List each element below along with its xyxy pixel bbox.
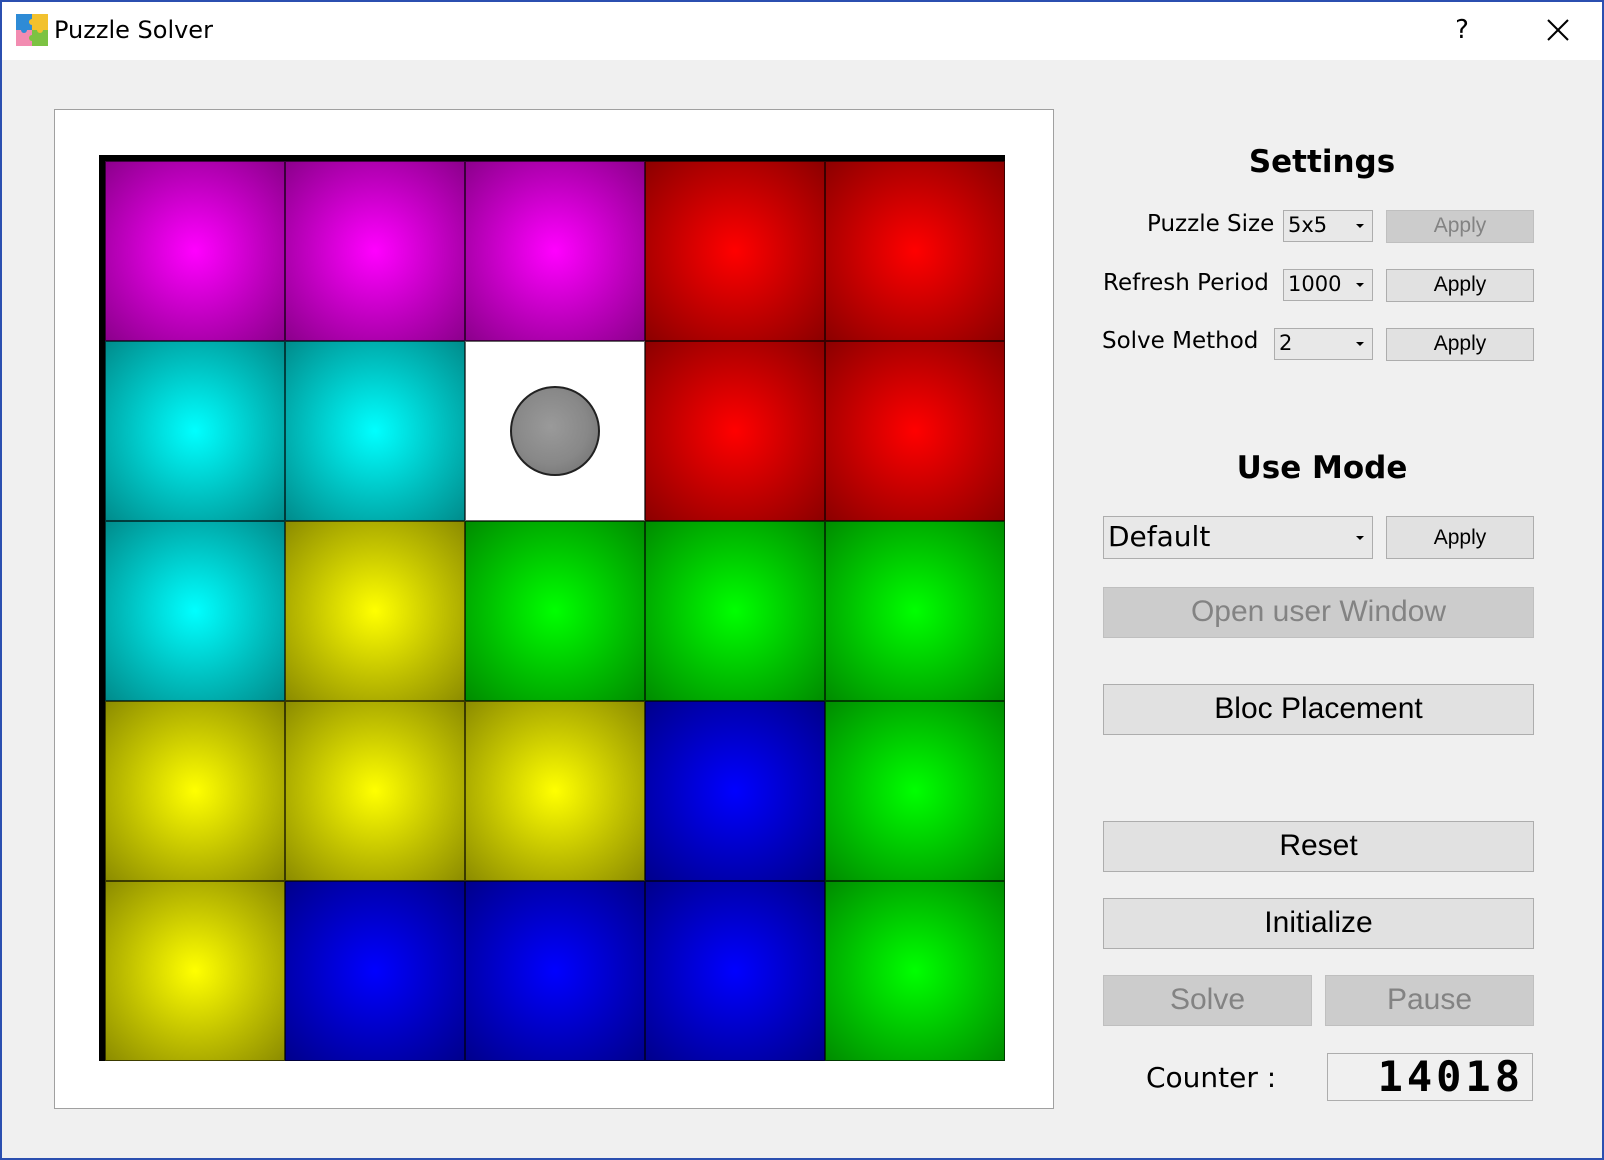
solve-method-label: Solve Method (1102, 328, 1259, 354)
initialize-button[interactable]: Initialize (1103, 898, 1534, 949)
refresh-period-label: Refresh Period (1103, 270, 1269, 296)
puzzle-cell-magenta[interactable] (285, 161, 465, 341)
puzzle-cell-red[interactable] (825, 341, 1005, 521)
puzzle-cell-magenta[interactable] (105, 161, 285, 341)
puzzle-cell-empty[interactable] (465, 341, 645, 521)
puzzle-cell-blue[interactable] (645, 701, 825, 881)
pause-button[interactable]: Pause (1325, 975, 1534, 1026)
puzzle-cell-blue[interactable] (285, 881, 465, 1061)
use-mode-value: Default (1108, 520, 1211, 553)
solve-method-value: 2 (1279, 331, 1293, 355)
puzzle-cell-cyan[interactable] (105, 341, 285, 521)
refresh-period-apply-button[interactable]: Apply (1386, 269, 1534, 302)
puzzle-cell-yellow[interactable] (105, 701, 285, 881)
puzzle-cell-yellow[interactable] (285, 521, 465, 701)
puzzle-cell-yellow[interactable] (105, 881, 285, 1061)
title-bar: Puzzle Solver ? (2, 2, 1602, 60)
puzzle-cell-cyan[interactable] (285, 341, 465, 521)
reset-button[interactable]: Reset (1103, 821, 1534, 872)
chevron-down-icon (1356, 342, 1364, 346)
counter-label: Counter : (1146, 1061, 1277, 1094)
puzzle-cell-green[interactable] (645, 521, 825, 701)
use-mode-title: Use Mode (1236, 450, 1408, 486)
puzzle-cell-magenta[interactable] (465, 161, 645, 341)
chevron-down-icon (1356, 535, 1364, 540)
puzzle-cell-blue[interactable] (645, 881, 825, 1061)
puzzle-grid (105, 161, 1005, 1061)
puzzle-solver-window: Puzzle Solver ? Settings Puzzle Size 5x5… (0, 0, 1604, 1160)
solve-button[interactable]: Solve (1103, 975, 1312, 1026)
puzzle-cell-red[interactable] (645, 341, 825, 521)
refresh-period-value: 1000 (1288, 272, 1342, 296)
puzzle-cell-blue[interactable] (465, 881, 645, 1061)
puzzle-size-apply-button[interactable]: Apply (1386, 210, 1534, 243)
chevron-down-icon (1356, 283, 1364, 287)
solve-method-apply-button[interactable]: Apply (1386, 328, 1534, 361)
puzzle-cell-red[interactable] (825, 161, 1005, 341)
use-mode-apply-button[interactable]: Apply (1386, 516, 1534, 559)
counter-display: 14018 (1327, 1053, 1533, 1101)
solve-method-select[interactable]: 2 (1274, 328, 1373, 360)
puzzle-cell-green[interactable] (825, 521, 1005, 701)
puzzle-board[interactable] (99, 155, 1005, 1061)
ball-piece[interactable] (510, 386, 600, 476)
puzzle-cell-green[interactable] (465, 521, 645, 701)
refresh-period-select[interactable]: 1000 (1283, 269, 1373, 301)
puzzle-size-value: 5x5 (1288, 213, 1328, 237)
open-user-window-button[interactable]: Open user Window (1103, 587, 1534, 638)
puzzle-piece-icon (16, 14, 48, 46)
close-icon[interactable] (1532, 10, 1582, 50)
puzzle-cell-yellow[interactable] (285, 701, 465, 881)
puzzle-cell-green[interactable] (825, 881, 1005, 1061)
puzzle-cell-red[interactable] (645, 161, 825, 341)
window-title: Puzzle Solver (54, 16, 213, 44)
chevron-down-icon (1356, 224, 1364, 228)
puzzle-cell-cyan[interactable] (105, 521, 285, 701)
help-button[interactable]: ? (1442, 10, 1482, 50)
settings-title: Settings (1248, 144, 1396, 180)
puzzle-size-select[interactable]: 5x5 (1283, 210, 1373, 242)
puzzle-cell-green[interactable] (825, 701, 1005, 881)
puzzle-size-label: Puzzle Size (1147, 211, 1275, 237)
bloc-placement-button[interactable]: Bloc Placement (1103, 684, 1534, 735)
puzzle-cell-yellow[interactable] (465, 701, 645, 881)
use-mode-select[interactable]: Default (1103, 516, 1373, 559)
